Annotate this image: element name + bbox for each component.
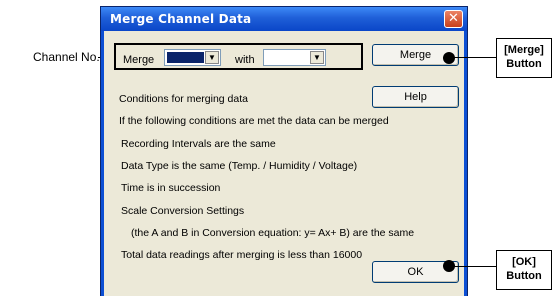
dialog-title: Merge Channel Data <box>110 12 252 26</box>
ok-callout-line1: [OK] <box>512 256 536 268</box>
conditions-heading: Conditions for merging data <box>119 93 248 105</box>
merge-button-dot <box>443 52 455 64</box>
window-frame-right <box>464 31 467 296</box>
dropdown-arrow-icon[interactable]: ▼ <box>205 51 219 64</box>
condition-item: Total data readings after merging is les… <box>121 249 363 261</box>
merge-button-callout: [Merge] Button <box>496 38 552 78</box>
dropdown-arrow-icon[interactable]: ▼ <box>310 51 324 64</box>
condition-item: Data Type is the same (Temp. / Humidity … <box>121 160 358 172</box>
condition-item: (the A and B in Conversion equation: y= … <box>131 227 415 239</box>
condition-item: Recording Intervals are the same <box>121 138 276 150</box>
merge-channel-selected <box>167 52 204 63</box>
close-icon[interactable]: ✕ <box>444 10 463 28</box>
channel-no-callout: Channel No. <box>33 50 100 64</box>
ok-button-leader <box>453 266 497 267</box>
merge-channel-dropdown[interactable]: ▼ <box>164 49 221 66</box>
ok-button-callout: [OK] Button <box>496 250 552 290</box>
dialog-titlebar: Merge Channel Data ✕ <box>101 7 467 31</box>
merge-callout-line2: Button <box>506 58 542 70</box>
with-channel-dropdown[interactable]: ▼ <box>263 49 326 66</box>
merge-label: Merge <box>123 54 155 66</box>
window-frame-left <box>101 31 104 296</box>
with-label: with <box>235 54 255 66</box>
condition-item: Scale Conversion Settings <box>121 205 245 217</box>
merge-callout-line1: [Merge] <box>504 44 544 56</box>
merge-button-leader <box>453 57 497 58</box>
condition-intro: If the following conditions are met the … <box>119 115 389 127</box>
channel-select-row: Merge ▼ with ▼ <box>114 43 363 70</box>
ok-callout-line2: Button <box>506 270 542 282</box>
help-button[interactable]: Help <box>372 86 459 108</box>
condition-item: Time is in succession <box>121 182 221 194</box>
merge-channel-dialog: Merge Channel Data ✕ Merge ▼ with ▼ Merg… <box>100 6 468 296</box>
